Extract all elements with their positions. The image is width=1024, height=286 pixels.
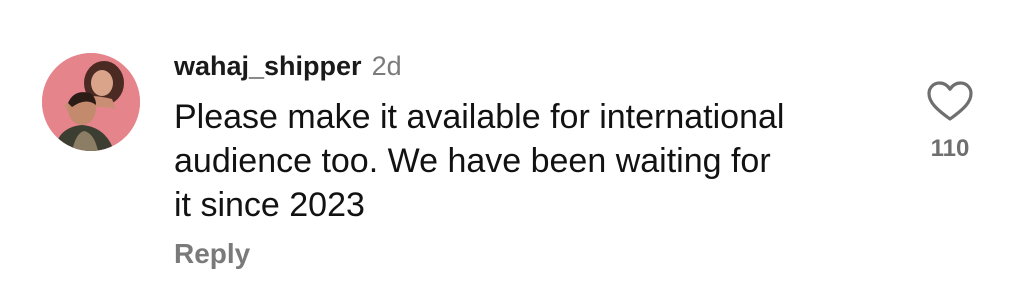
timestamp: 2d (371, 51, 402, 81)
avatar-image (42, 53, 140, 151)
reply-button[interactable]: Reply (174, 234, 250, 274)
comment-header: wahaj_shipper 2d (174, 46, 402, 86)
comment-item: wahaj_shipper 2d Please make it available… (0, 0, 1024, 286)
heart-outline-icon (927, 81, 973, 121)
like-button[interactable] (926, 80, 974, 122)
username[interactable]: wahaj_shipper (174, 51, 362, 81)
comment-text: Please make it available for internation… (174, 98, 785, 224)
like-count: 110 (930, 135, 970, 162)
avatar[interactable] (42, 53, 140, 151)
